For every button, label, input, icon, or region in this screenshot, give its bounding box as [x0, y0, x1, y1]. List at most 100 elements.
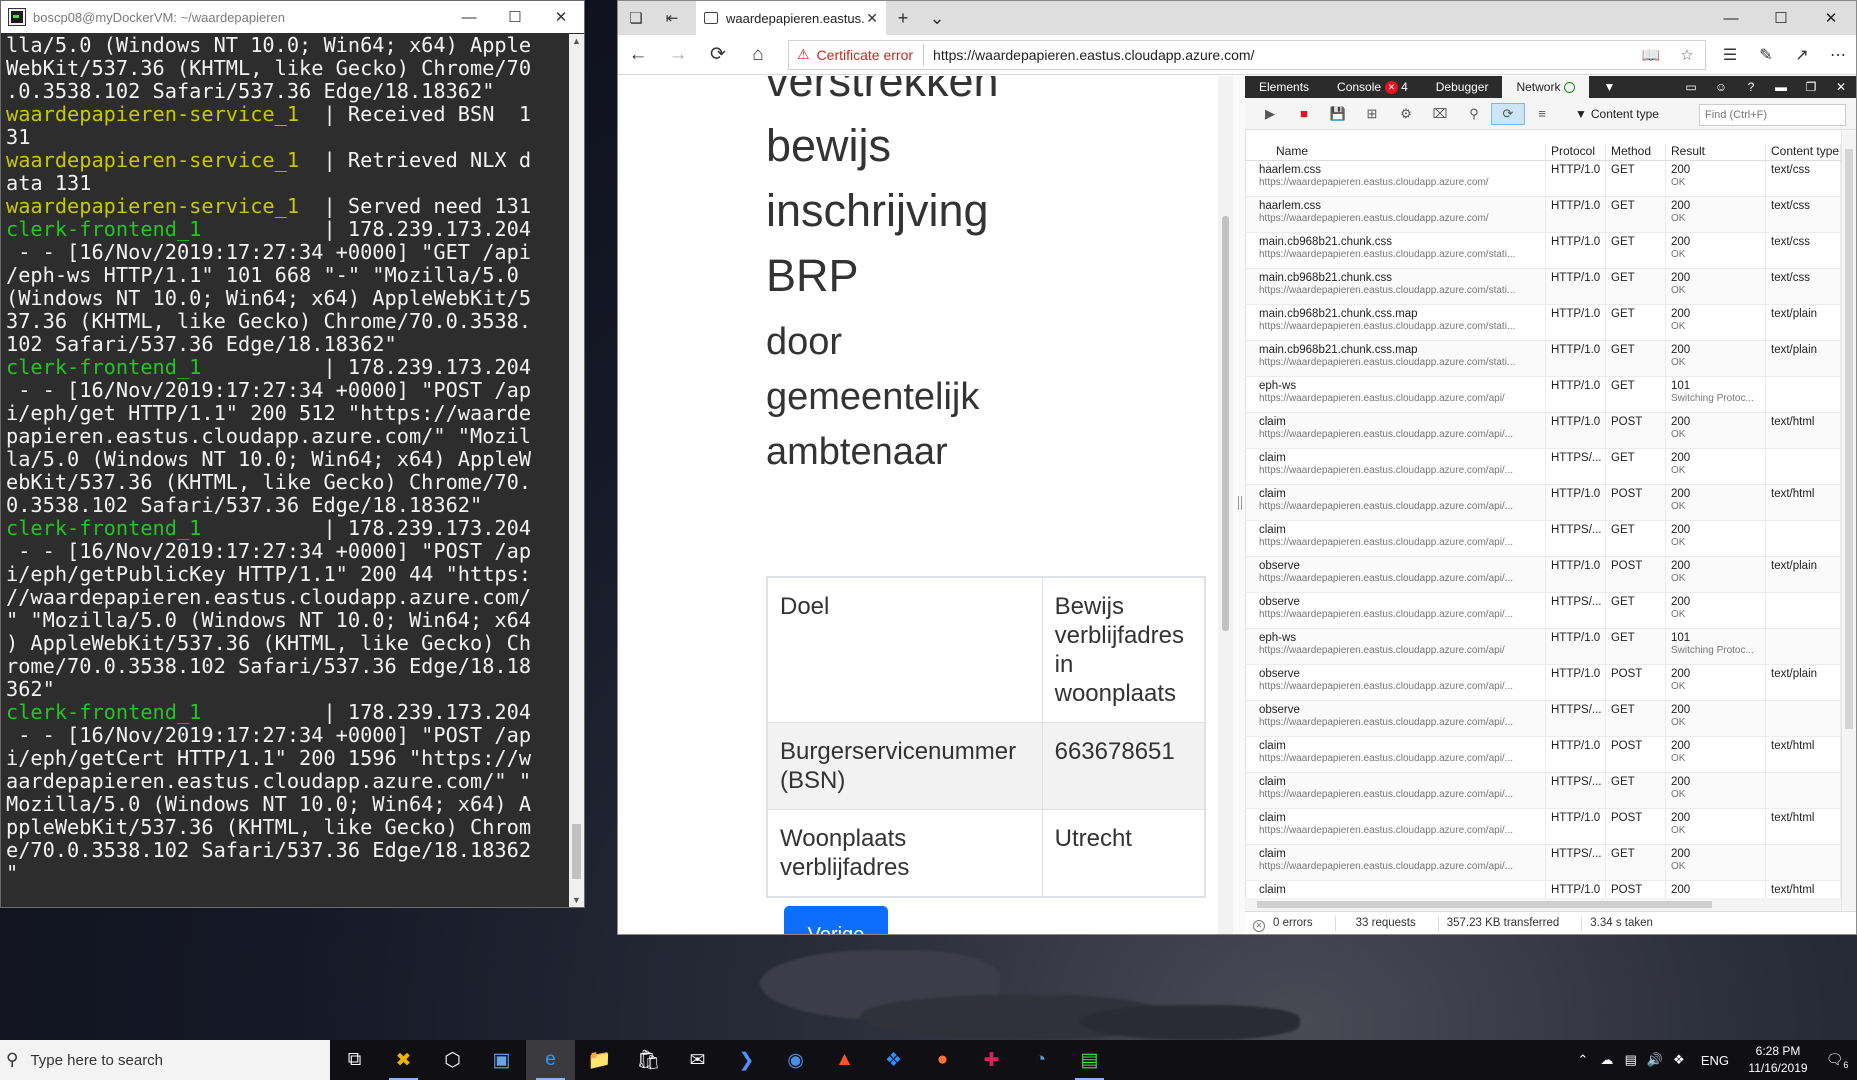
- mail-icon[interactable]: ✉: [673, 1040, 722, 1080]
- more-menu-icon[interactable]: ⋯: [1820, 45, 1856, 65]
- home-icon[interactable]: ⌂: [738, 44, 778, 66]
- request-row[interactable]: observe https://waardepapieren.eastus.clo…: [1246, 593, 1841, 629]
- devtools-splitter[interactable]: [1233, 76, 1245, 934]
- minimize-icon[interactable]: —: [1706, 1, 1756, 35]
- play-icon[interactable]: ▶: [1253, 106, 1287, 122]
- tray-dropbox-icon[interactable]: ❖: [1667, 1052, 1691, 1068]
- column-header[interactable]: Method: [1606, 144, 1666, 160]
- request-row[interactable]: observe https://waardepapieren.eastus.clo…: [1246, 665, 1841, 701]
- column-header[interactable]: Protocol: [1546, 144, 1606, 160]
- terminal-scroll-thumb[interactable]: [572, 824, 581, 879]
- tab-preview-chevron-icon[interactable]: ⌄: [920, 8, 954, 29]
- url-text[interactable]: https://waardepapieren.eastus.cloudapp.a…: [924, 47, 1633, 63]
- app-ur-icon[interactable]: ◉: [771, 1040, 820, 1080]
- always-refresh-icon[interactable]: ⟳: [1491, 102, 1525, 125]
- tab-elements[interactable]: Elements: [1245, 76, 1323, 98]
- request-row[interactable]: observe https://waardepapieren.eastus.clo…: [1246, 701, 1841, 737]
- request-row[interactable]: haarlem.css https://waardepapieren.eastus…: [1246, 197, 1841, 233]
- tab-debugger[interactable]: Debugger: [1422, 76, 1503, 98]
- notes-pen-icon[interactable]: ✎: [1748, 45, 1784, 65]
- edge-browser-icon[interactable]: e: [526, 1040, 575, 1080]
- certificate-error-button[interactable]: ⚠ Certificate error: [797, 43, 925, 66]
- tray-overflow-chevron-icon[interactable]: ⌃: [1571, 1052, 1595, 1068]
- volume-icon[interactable]: 🔊: [1643, 1052, 1667, 1068]
- new-tab-icon[interactable]: +: [886, 8, 920, 29]
- import-icon[interactable]: ⊞: [1355, 106, 1389, 122]
- content-type-filter[interactable]: ▼ Content type: [1575, 107, 1659, 121]
- network-hscroll-thumb[interactable]: [1257, 901, 1712, 908]
- request-row[interactable]: main.cb968b21.chunk.css https://waardepap…: [1246, 269, 1841, 305]
- dropbox-icon[interactable]: ❖: [869, 1040, 918, 1080]
- request-row[interactable]: claim https://waardepapieren.eastus.cloud…: [1246, 449, 1841, 485]
- tab-actions-icon[interactable]: ❏: [618, 9, 654, 27]
- column-header[interactable]: Name: [1246, 144, 1546, 160]
- feedback-smiley-icon[interactable]: ☺: [1706, 76, 1736, 98]
- request-row[interactable]: main.cb968b21.chunk.css.map https://waard…: [1246, 305, 1841, 341]
- page-scroll-thumb[interactable]: [1222, 216, 1229, 631]
- console-drawer-icon[interactable]: ▭: [1676, 76, 1706, 98]
- terminal-window[interactable]: boscp08@myDockerVM: ~/waardepapieren — ☐…: [0, 0, 585, 908]
- network-horizontal-scrollbar[interactable]: [1245, 898, 1841, 911]
- maximize-icon[interactable]: ☐: [1756, 1, 1806, 35]
- network-scroll-thumb[interactable]: [1845, 149, 1853, 729]
- help-icon[interactable]: ?: [1736, 76, 1766, 98]
- clear-session-icon[interactable]: ⌧: [1423, 106, 1457, 122]
- request-row[interactable]: claim https://waardepapieren.eastus.cloud…: [1246, 809, 1841, 845]
- network-vertical-scrollbar[interactable]: [1841, 131, 1856, 911]
- app-remote-desktop-icon[interactable]: ▣: [477, 1040, 526, 1080]
- request-row[interactable]: eph-ws https://waardepapieren.eastus.clou…: [1246, 377, 1841, 413]
- request-row[interactable]: haarlem.css https://waardepapieren.eastus…: [1246, 161, 1841, 197]
- taskbar-search-box[interactable]: ⚲ Type here to search: [0, 1040, 330, 1080]
- set-tabs-aside-icon[interactable]: ⇤: [654, 9, 690, 27]
- slack-icon[interactable]: ✚: [967, 1040, 1016, 1080]
- minimize-icon[interactable]: —: [446, 1, 492, 33]
- request-row[interactable]: claim https://waardepapieren.eastus.cloud…: [1246, 845, 1841, 881]
- tab-waardepapieren[interactable]: waardepapieren.eastus. ✕: [696, 1, 886, 35]
- close-tab-icon[interactable]: ✕: [866, 10, 878, 27]
- share-icon[interactable]: ↗: [1784, 45, 1820, 65]
- column-header[interactable]: Result: [1666, 144, 1766, 160]
- page-scrollbar[interactable]: [1218, 76, 1233, 934]
- edge-browser-window[interactable]: ❏ ⇤ waardepapieren.eastus. ✕ + ⌄ — ☐ ✕ ←…: [617, 0, 1857, 935]
- request-row[interactable]: main.cb968b21.chunk.css https://waardepap…: [1246, 233, 1841, 269]
- request-row[interactable]: eph-ws https://waardepapieren.eastus.clou…: [1246, 629, 1841, 665]
- tab-network[interactable]: Network: [1502, 76, 1590, 98]
- action-center-icon[interactable]: 🗨6: [1817, 1051, 1857, 1070]
- app-cube-icon[interactable]: ⬡: [428, 1040, 477, 1080]
- terminal-titlebar[interactable]: boscp08@myDockerVM: ~/waardepapieren — ☐…: [1, 1, 584, 33]
- powershell-icon[interactable]: ❯: [722, 1040, 771, 1080]
- address-bar[interactable]: ⚠ Certificate error https://waardepapier…: [788, 39, 1706, 70]
- firefox-icon[interactable]: ●: [918, 1040, 967, 1080]
- previous-button[interactable]: Vorige: [784, 906, 888, 934]
- language-indicator[interactable]: ENG: [1691, 1053, 1739, 1068]
- network-icon[interactable]: ▤: [1619, 1052, 1643, 1068]
- request-row[interactable]: claim https://waardepapieren.eastus.cloud…: [1246, 737, 1841, 773]
- scroll-down-icon[interactable]: ▼: [569, 895, 584, 905]
- terminal-taskbar-icon[interactable]: ▤: [1065, 1040, 1114, 1080]
- request-row[interactable]: claim https://waardepapieren.eastus.cloud…: [1246, 485, 1841, 521]
- close-devtools-icon[interactable]: ✕: [1826, 76, 1856, 98]
- terminal-output[interactable]: lla/5.0 (Windows NT 10.0; Win64; x64) Ap…: [1, 34, 569, 907]
- back-icon[interactable]: ←: [618, 44, 658, 66]
- column-header[interactable]: Content type: [1766, 144, 1841, 160]
- tab-console[interactable]: Console ✕ 4: [1323, 76, 1422, 98]
- forward-icon[interactable]: →: [658, 44, 698, 66]
- maximize-icon[interactable]: ☐: [492, 1, 538, 33]
- store-icon[interactable]: 🛍: [624, 1040, 673, 1080]
- terminal-scrollbar[interactable]: ▲ ▼: [569, 34, 584, 907]
- refresh-icon[interactable]: ⟳: [698, 43, 738, 66]
- close-icon[interactable]: ✕: [1806, 1, 1856, 35]
- taskbar-clock[interactable]: 6:28 PM 11/16/2019: [1739, 1043, 1817, 1077]
- undock-icon[interactable]: ❐: [1796, 76, 1826, 98]
- save-icon[interactable]: 💾: [1321, 106, 1355, 122]
- request-row[interactable]: claim https://waardepapieren.eastus.cloud…: [1246, 413, 1841, 449]
- file-explorer-icon[interactable]: 📁: [575, 1040, 624, 1080]
- cache-settings-icon[interactable]: ⚙: [1389, 106, 1423, 122]
- scroll-up-icon[interactable]: ▲: [569, 36, 584, 46]
- tray-cloud-icon[interactable]: ☁: [1595, 1052, 1619, 1068]
- favorite-star-icon[interactable]: ☆: [1669, 46, 1705, 64]
- more-tabs-icon[interactable]: ▼: [1589, 76, 1629, 98]
- request-row[interactable]: claim https://waardepapieren.eastus.cloud…: [1246, 773, 1841, 809]
- dock-icon[interactable]: ▬: [1766, 76, 1796, 98]
- find-input[interactable]: [1699, 104, 1846, 126]
